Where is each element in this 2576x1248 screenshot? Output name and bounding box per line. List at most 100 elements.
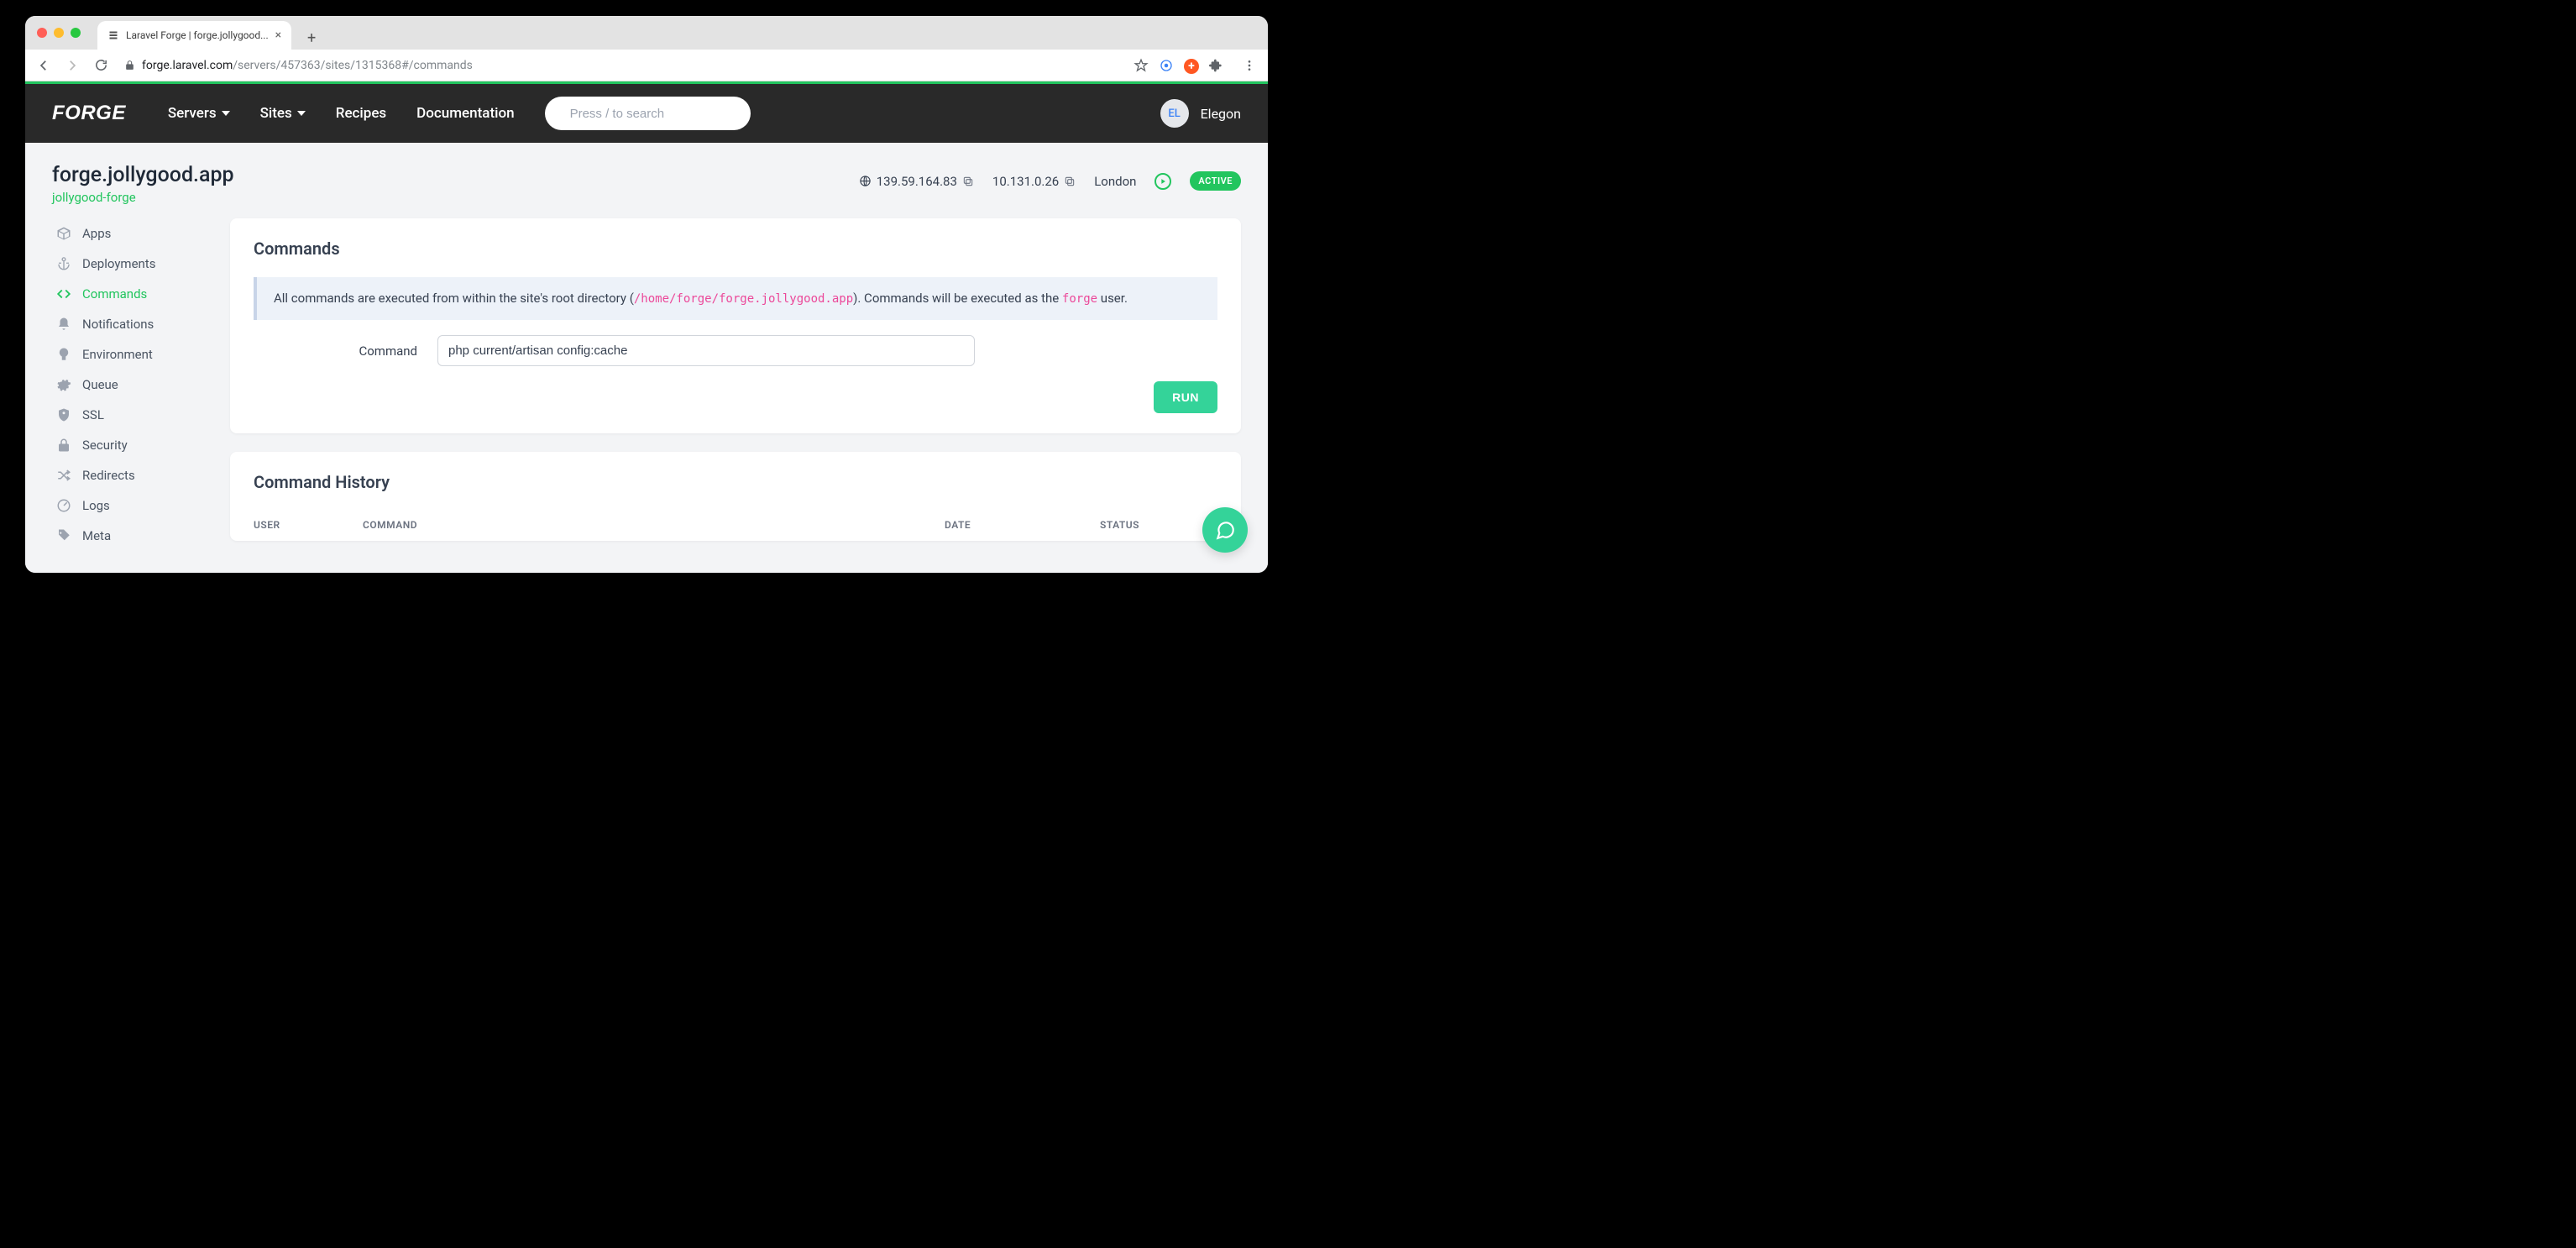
site-sidebar: Apps Deployments Commands Notifications xyxy=(52,218,212,551)
tab-close-icon[interactable]: × xyxy=(275,29,281,42)
card-actions: RUN xyxy=(254,381,1217,413)
search-input[interactable] xyxy=(570,107,737,121)
nav-documentation[interactable]: Documentation xyxy=(416,105,514,122)
command-row: Command xyxy=(254,335,1217,366)
nav-label: Recipes xyxy=(336,105,386,122)
sidebar-label: Notifications xyxy=(82,317,154,332)
site-title: forge.jollygood.app xyxy=(52,163,234,187)
nav-recipes[interactable]: Recipes xyxy=(336,105,386,122)
help-chat-button[interactable] xyxy=(1202,507,1248,553)
browser-tab-active[interactable]: Laravel Forge | forge.jollygood... × xyxy=(97,21,291,50)
info-code-user: forge xyxy=(1062,292,1097,306)
url-text: forge.laravel.com/servers/457363/sites/1… xyxy=(142,59,473,72)
status-badge: ACTIVE xyxy=(1190,171,1241,191)
forge-logo[interactable]: FORGE xyxy=(52,102,126,125)
shuffle-icon xyxy=(55,467,72,484)
bell-icon xyxy=(55,316,72,333)
page-body: forge.jollygood.app jollygood-forge 139.… xyxy=(25,143,1268,573)
server-link[interactable]: jollygood-forge xyxy=(52,190,136,205)
refresh-button[interactable] xyxy=(1154,173,1171,190)
chat-icon xyxy=(1214,519,1236,541)
shield-icon xyxy=(55,406,72,423)
nav-sites[interactable]: Sites xyxy=(260,105,306,122)
app-viewport: FORGE Servers Sites Recipes Documentatio… xyxy=(25,81,1268,573)
window-close-button[interactable] xyxy=(37,28,47,38)
chevron-down-icon xyxy=(297,111,306,116)
ip-text: 139.59.164.83 xyxy=(877,174,957,189)
col-status: STATUS xyxy=(1100,519,1217,531)
main-nav: Servers Sites Recipes Documentation xyxy=(168,105,515,122)
gauge-icon xyxy=(55,497,72,514)
sidebar-label: Apps xyxy=(82,226,111,241)
forward-button[interactable] xyxy=(62,55,82,76)
run-button[interactable]: RUN xyxy=(1154,381,1217,413)
browser-toolbar: forge.laravel.com/servers/457363/sites/1… xyxy=(25,50,1268,81)
sidebar-item-environment[interactable]: Environment xyxy=(52,339,212,370)
sidebar-item-apps[interactable]: Apps xyxy=(52,218,212,249)
page-meta: 139.59.164.83 10.131.0.26 London ACTIVE xyxy=(859,163,1241,191)
browser-window: Laravel Forge | forge.jollygood... × + f… xyxy=(25,16,1268,573)
info-text: user. xyxy=(1097,291,1128,306)
sidebar-item-queue[interactable]: Queue xyxy=(52,370,212,400)
sidebar-item-meta[interactable]: Meta xyxy=(52,521,212,551)
command-input[interactable] xyxy=(437,335,975,366)
window-minimize-button[interactable] xyxy=(54,28,64,38)
back-button[interactable] xyxy=(34,55,54,76)
sidebar-item-logs[interactable]: Logs xyxy=(52,490,212,521)
history-table-header: USER COMMAND DATE STATUS xyxy=(254,511,1217,531)
header-user-menu[interactable]: EL Elegon xyxy=(1160,99,1241,128)
nav-label: Servers xyxy=(168,105,217,122)
col-user: USER xyxy=(254,519,363,531)
sidebar-item-commands[interactable]: Commands xyxy=(52,279,212,309)
bookmark-star-icon[interactable] xyxy=(1134,58,1149,73)
public-ip: 139.59.164.83 xyxy=(859,174,974,189)
copy-icon[interactable] xyxy=(1064,176,1076,187)
extension-icon[interactable] xyxy=(1159,58,1174,73)
nav-label: Documentation xyxy=(416,105,514,122)
col-date: DATE xyxy=(945,519,1100,531)
sidebar-item-ssl[interactable]: SSL xyxy=(52,400,212,430)
ip-text: 10.131.0.26 xyxy=(992,174,1059,189)
region-text: London xyxy=(1094,174,1136,189)
sidebar-label: SSL xyxy=(82,407,104,422)
nav-label: Sites xyxy=(260,105,292,122)
sidebar-item-deployments[interactable]: Deployments xyxy=(52,249,212,279)
card-title: Commands xyxy=(254,239,1217,259)
sidebar-item-notifications[interactable]: Notifications xyxy=(52,309,212,339)
toolbar-extensions: + xyxy=(1134,57,1259,74)
sidebar-label: Security xyxy=(82,438,128,453)
address-bar[interactable]: forge.laravel.com/servers/457363/sites/1… xyxy=(119,59,1125,72)
window-titlebar: Laravel Forge | forge.jollygood... × + xyxy=(25,16,1268,50)
sidebar-item-security[interactable]: Security xyxy=(52,430,212,460)
chevron-down-icon xyxy=(222,111,230,116)
new-tab-button[interactable]: + xyxy=(300,26,323,50)
browser-menu-icon[interactable] xyxy=(1243,59,1256,72)
browser-tabs: Laravel Forge | forge.jollygood... × + xyxy=(97,16,323,50)
commands-card: Commands All commands are executed from … xyxy=(230,218,1241,433)
sidebar-item-redirects[interactable]: Redirects xyxy=(52,460,212,490)
sidebar-label: Commands xyxy=(82,286,147,302)
anchor-icon xyxy=(55,255,72,272)
lock-icon xyxy=(124,60,135,71)
sidebar-label: Logs xyxy=(82,498,110,513)
lock-icon xyxy=(55,437,72,454)
info-text: ). Commands will be executed as the xyxy=(853,291,1062,306)
sidebar-label: Environment xyxy=(82,347,153,362)
page-titles: forge.jollygood.app jollygood-forge xyxy=(52,163,234,205)
extensions-menu-icon[interactable] xyxy=(1209,59,1223,72)
user-avatar: EL xyxy=(1160,99,1189,128)
nav-servers[interactable]: Servers xyxy=(168,105,230,122)
sidebar-label: Deployments xyxy=(82,256,155,271)
main-content: Commands All commands are executed from … xyxy=(230,218,1241,551)
copy-icon[interactable] xyxy=(962,176,974,187)
tab-title: Laravel Forge | forge.jollygood... xyxy=(126,29,269,41)
global-search[interactable] xyxy=(545,97,751,130)
reload-button[interactable] xyxy=(91,55,111,76)
region: London xyxy=(1094,174,1136,189)
extension-icon[interactable]: + xyxy=(1184,57,1199,74)
gear-icon xyxy=(55,376,72,393)
tab-favicon-icon xyxy=(107,29,119,41)
window-maximize-button[interactable] xyxy=(71,28,81,38)
arrow-right-icon xyxy=(1159,177,1167,186)
info-text: All commands are executed from within th… xyxy=(274,291,634,306)
